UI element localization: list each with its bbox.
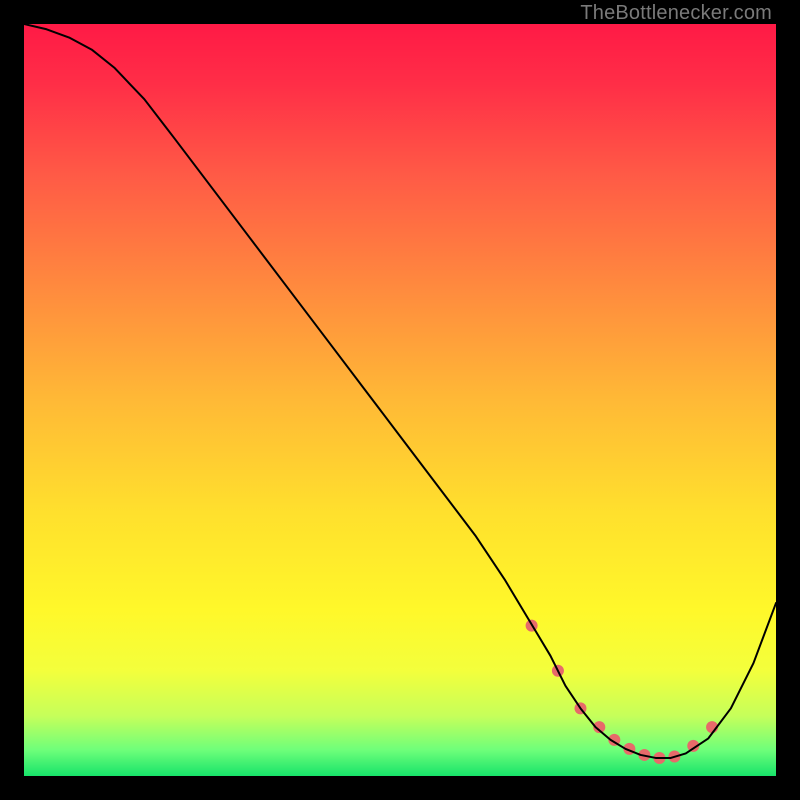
attribution-label: TheBottlenecker.com [580,2,772,25]
chart-frame [24,24,776,776]
chart-svg [24,24,776,776]
gradient-background [24,24,776,776]
